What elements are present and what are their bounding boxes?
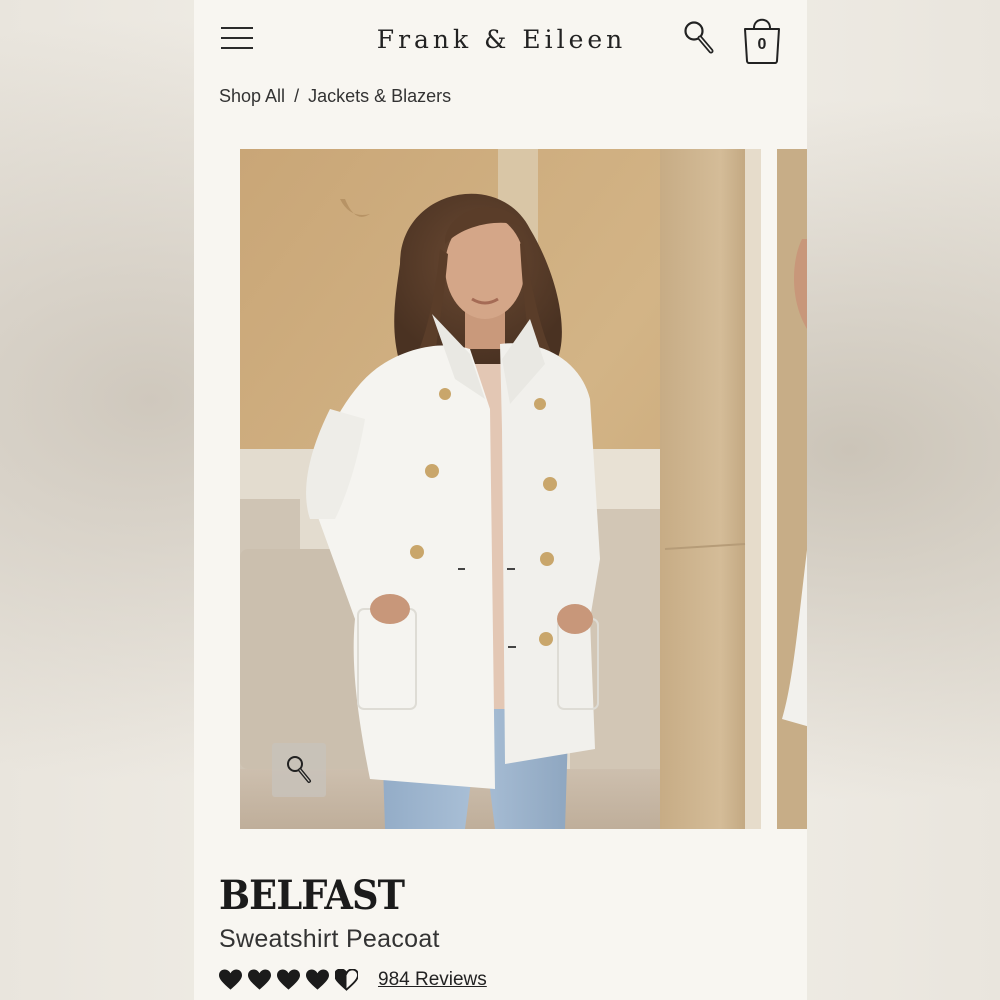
breadcrumb: Shop All / Jackets & Blazers — [219, 86, 451, 107]
search-icon[interactable] — [683, 20, 717, 56]
product-page: Frank & Eileen 0 Shop All / Jackets & Blaz… — [194, 0, 807, 1000]
heart-rating-icon — [248, 969, 271, 990]
zoom-button[interactable] — [272, 743, 326, 797]
reviews-link[interactable]: 984 Reviews — [378, 969, 487, 991]
heart-rating-icon — [277, 969, 300, 990]
breadcrumb-jackets-blazers[interactable]: Jackets & Blazers — [308, 86, 451, 106]
heart-rating-icon — [219, 969, 242, 990]
brand-logo[interactable]: Frank & Eileen — [374, 20, 629, 60]
heart-rating-icon — [306, 969, 329, 990]
product-image[interactable] — [240, 149, 761, 829]
menu-icon[interactable] — [221, 27, 253, 49]
product-name: BELFAST — [219, 872, 405, 919]
next-product-image[interactable] — [777, 149, 807, 829]
breadcrumb-separator: / — [294, 86, 300, 106]
rating-row: 984 Reviews — [219, 964, 487, 996]
product-image-gallery[interactable] — [240, 149, 807, 829]
cart-count: 0 — [757, 36, 767, 53]
cart-button[interactable]: 0 — [739, 11, 785, 65]
product-subtitle: Sweatshirt Peacoat — [219, 925, 440, 953]
breadcrumb-shop-all[interactable]: Shop All — [219, 86, 285, 106]
magnifier-icon — [287, 756, 311, 783]
half-heart-rating-icon — [335, 969, 358, 991]
